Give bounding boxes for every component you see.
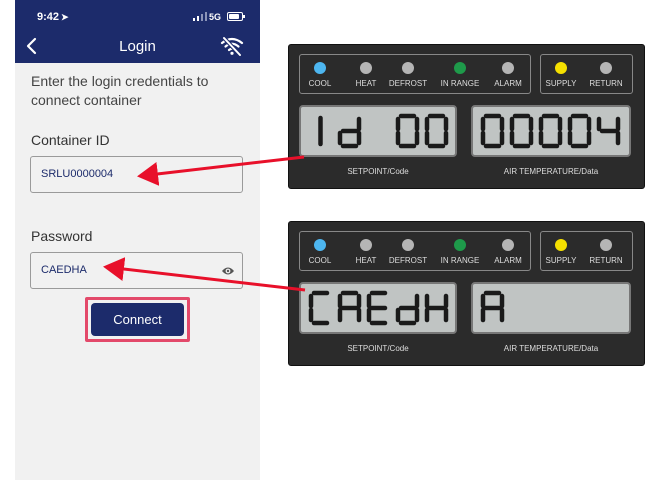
indicator-led-supply [555,239,567,251]
indicator-led-supply [555,62,567,74]
indicator-led-in-range [454,62,466,74]
setpoint-label: SETPOINT/Code [347,344,409,353]
indicator-led-return [600,239,612,251]
network-type: 5G [209,12,222,22]
indicator-led-alarm [502,62,514,74]
intro-text: Enter the login credentials to connect c… [31,73,209,108]
wifi-off-icon[interactable] [220,36,244,56]
eye-icon[interactable] [221,265,235,277]
password-label: Password [31,228,93,244]
status-bar: 9:42 ➤ 5G [15,0,260,30]
indicator-led-heat [360,62,372,74]
setpoint-display [299,105,457,157]
controller-panel-2: COOL HEAT DEFROST IN RANGE ALARM SUPPLY RETURN… [288,221,645,366]
indicator-led-return [600,62,612,74]
indicator-label: DEFROST [388,79,428,88]
setpoint-label: SETPOINT/Code [347,167,409,176]
battery-icon [227,12,245,21]
indicator-led-cool [314,239,326,251]
indicator-label: RETURN [589,79,623,88]
phone-screen: 9:42 ➤ 5G Login Enter the login credentia… [15,0,260,480]
air-temp-display [471,105,631,157]
indicator-led-defrost [402,239,414,251]
air-temp-label: AIR TEMPERATURE/Data [503,167,599,176]
sensor-indicators [540,231,633,271]
indicator-led-alarm [502,239,514,251]
air-temp-label: AIR TEMPERATURE/Data [503,344,599,353]
controller-panel-1: COOL HEAT DEFROST IN RANGE ALARM SUPPLY RETURN… [288,44,645,189]
indicator-led-heat [360,239,372,251]
connect-button[interactable]: Connect [91,303,184,336]
indicator-label: RETURN [589,256,623,265]
indicator-led-defrost [402,62,414,74]
status-indicators [299,54,531,94]
signal-icon [193,12,207,21]
indicator-label: ALARM [494,256,522,265]
sensor-indicators [540,54,633,94]
nav-bar: Login [15,30,260,63]
indicator-label: ALARM [494,79,522,88]
container-id-field[interactable]: SRLU0000004 [30,156,243,193]
password-field[interactable]: CAEDHA [30,252,243,289]
status-time: 9:42 ➤ [37,11,69,23]
status-indicators [299,231,531,271]
container-id-label: Container ID [31,132,110,148]
air-temp-display [471,282,631,334]
setpoint-display [299,282,457,334]
location-icon: ➤ [61,12,69,22]
password-value: CAEDHA [41,264,87,276]
indicator-led-cool [314,62,326,74]
indicator-label: DEFROST [388,256,428,265]
indicator-led-in-range [454,239,466,251]
